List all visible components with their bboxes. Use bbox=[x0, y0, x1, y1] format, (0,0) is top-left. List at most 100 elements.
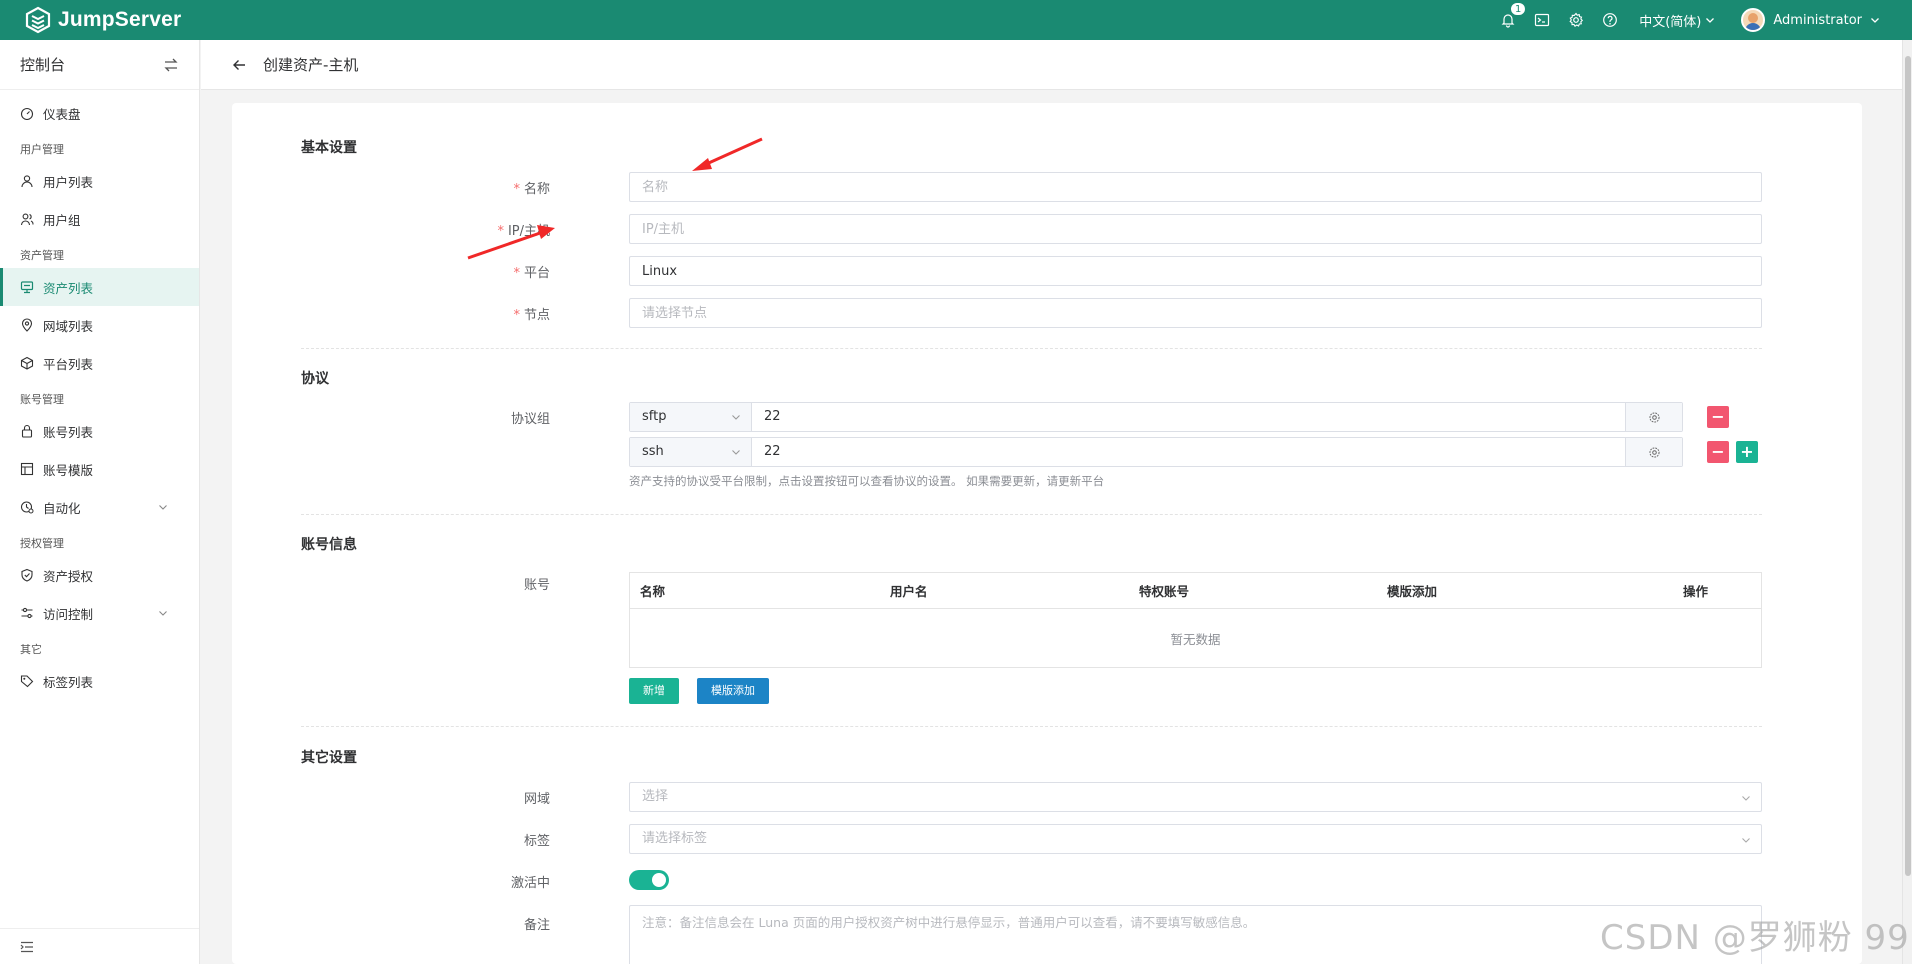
sidebar-item-label: 自动化 bbox=[43, 500, 81, 516]
protocol-settings-button[interactable] bbox=[1625, 403, 1682, 431]
help-icon bbox=[1603, 13, 1618, 27]
chevron-down-icon bbox=[159, 505, 167, 510]
remove-protocol-button[interactable]: − bbox=[1707, 441, 1729, 463]
chevron-down-icon bbox=[159, 611, 167, 616]
user-name: Administrator bbox=[1773, 12, 1862, 28]
lock-icon bbox=[21, 424, 33, 438]
sidebar-item[interactable]: 账号模版 bbox=[0, 450, 199, 488]
sidebar-item[interactable]: 平台列表 bbox=[0, 344, 199, 382]
sidebar-item-label: 资产授权 bbox=[43, 568, 94, 584]
sidebar: 控制台 仪表盘 用户管理 用户列表 用户组 资产管理 资产列表 网域列表 平台列表 账号管理 账号… bbox=[0, 40, 200, 964]
gear-icon bbox=[1648, 446, 1660, 458]
switch-view-icon[interactable] bbox=[163, 57, 179, 73]
sidebar-item[interactable]: 标签列表 bbox=[0, 662, 199, 700]
user-group-icon bbox=[20, 213, 34, 226]
asset-icon bbox=[20, 281, 34, 294]
sidebar-item[interactable]: 资产授权 bbox=[0, 556, 199, 594]
sidebar-item-label: 仪表盘 bbox=[43, 106, 81, 122]
sidebar-section-title: 用户管理 bbox=[20, 143, 64, 156]
sidebar-item-label: 账号模版 bbox=[43, 462, 94, 478]
page-scrollbar[interactable] bbox=[1902, 40, 1912, 964]
section-title-accounts: 账号信息 bbox=[301, 537, 357, 553]
location-icon bbox=[21, 318, 33, 332]
column-header: 操作 bbox=[1683, 584, 1709, 599]
section-title-other: 其它设置 bbox=[301, 750, 357, 766]
app-logo[interactable]: JumpServer bbox=[24, 6, 181, 34]
page-header: 创建资产-主机 bbox=[201, 40, 1902, 90]
node-label: * 节点 bbox=[513, 308, 550, 323]
name-label: * 名称 bbox=[513, 182, 550, 197]
sidebar-item[interactable]: 自动化 bbox=[0, 488, 199, 526]
address-input[interactable] bbox=[629, 214, 1762, 244]
protocol-hint: 资产支持的协议受平台限制，点击设置按钮可以查看协议的设置。 如果需要更新，请更新… bbox=[629, 474, 1105, 488]
annotation-arrow-icon bbox=[692, 137, 763, 171]
sidebar-item[interactable]: 资产列表 bbox=[0, 268, 199, 306]
chevron-down-icon bbox=[732, 450, 740, 455]
user-icon bbox=[21, 175, 33, 188]
help-button[interactable] bbox=[1593, 0, 1627, 40]
notifications-button[interactable]: 1 bbox=[1491, 0, 1527, 40]
add-account-button[interactable]: 新增 bbox=[629, 678, 679, 704]
sidebar-section-title: 账号管理 bbox=[20, 393, 64, 406]
chevron-down-icon bbox=[1742, 796, 1750, 801]
column-header: 用户名 bbox=[890, 584, 928, 599]
cube-icon bbox=[20, 356, 34, 370]
gear-icon bbox=[1569, 12, 1584, 27]
sidebar-item[interactable]: 账号列表 bbox=[0, 412, 199, 450]
table-empty-text: 暂无数据 bbox=[1170, 631, 1221, 647]
section-divider bbox=[301, 348, 1762, 349]
sidebar-item[interactable]: 访问控制 bbox=[0, 594, 199, 632]
protocol-select[interactable]: sftp bbox=[630, 403, 752, 431]
settings-button[interactable] bbox=[1559, 0, 1593, 40]
web-terminal-button[interactable] bbox=[1525, 0, 1559, 40]
comment-textarea[interactable] bbox=[629, 905, 1762, 964]
protocol-port-input[interactable] bbox=[752, 403, 1625, 431]
sidebar-item[interactable]: 用户组 bbox=[0, 200, 199, 238]
scrollbar-thumb[interactable] bbox=[1905, 56, 1911, 876]
column-header: 特权账号 bbox=[1139, 584, 1190, 599]
user-menu[interactable]: Administrator bbox=[1741, 8, 1880, 32]
collapse-sidebar-button[interactable] bbox=[0, 928, 199, 964]
section-title-basic: 基本设置 bbox=[301, 140, 357, 156]
platform-label: * 平台 bbox=[513, 266, 550, 281]
chevron-down-icon bbox=[1871, 18, 1879, 23]
terminal-icon bbox=[1535, 13, 1550, 27]
column-header: 名称 bbox=[640, 584, 666, 599]
sidebar-item[interactable]: 网域列表 bbox=[0, 306, 199, 344]
page-title: 创建资产-主机 bbox=[263, 56, 359, 74]
language-label: 中文(简体) bbox=[1639, 14, 1702, 30]
back-arrow-icon[interactable] bbox=[231, 57, 247, 73]
gear-icon bbox=[1648, 411, 1660, 423]
labels-label: 标签 bbox=[523, 834, 550, 849]
chevron-down-icon bbox=[1706, 18, 1715, 23]
collapse-menu-icon bbox=[20, 941, 33, 952]
protocol-port-input[interactable] bbox=[752, 438, 1625, 466]
sidebar-item[interactable]: 用户列表 bbox=[0, 162, 199, 200]
protocol-select[interactable]: ssh bbox=[630, 438, 752, 466]
active-toggle[interactable] bbox=[629, 870, 669, 890]
protocol-row: ssh bbox=[629, 437, 1683, 467]
filter-icon bbox=[21, 607, 33, 619]
tag-icon bbox=[20, 675, 34, 688]
node-select[interactable] bbox=[629, 298, 1762, 328]
annotation-arrow-icon bbox=[467, 225, 555, 260]
language-selector[interactable]: 中文(简体) bbox=[1639, 11, 1715, 30]
name-input[interactable] bbox=[629, 172, 1762, 202]
labels-select[interactable]: 请选择标签 bbox=[629, 824, 1762, 854]
add-protocol-button[interactable]: + bbox=[1736, 441, 1758, 463]
platform-input[interactable] bbox=[629, 256, 1762, 286]
watermark: CSDN @罗狮粉 99 bbox=[1600, 918, 1910, 958]
domain-select[interactable]: 选择 bbox=[629, 782, 1762, 812]
section-title-protocols: 协议 bbox=[301, 371, 329, 387]
remove-protocol-button[interactable]: − bbox=[1707, 406, 1729, 428]
protocol-settings-button[interactable] bbox=[1625, 438, 1682, 466]
comment-label: 备注 bbox=[523, 918, 550, 933]
section-divider bbox=[301, 514, 1762, 515]
template-add-button[interactable]: 模版添加 bbox=[697, 678, 769, 704]
protocol-group-label: 协议组 bbox=[510, 412, 550, 427]
dashboard-icon bbox=[20, 107, 34, 120]
sidebar-item-label: 访问控制 bbox=[43, 606, 94, 622]
sidebar-item-label: 资产列表 bbox=[43, 280, 94, 296]
section-divider bbox=[301, 726, 1762, 727]
sidebar-item[interactable]: 仪表盘 bbox=[0, 94, 199, 132]
